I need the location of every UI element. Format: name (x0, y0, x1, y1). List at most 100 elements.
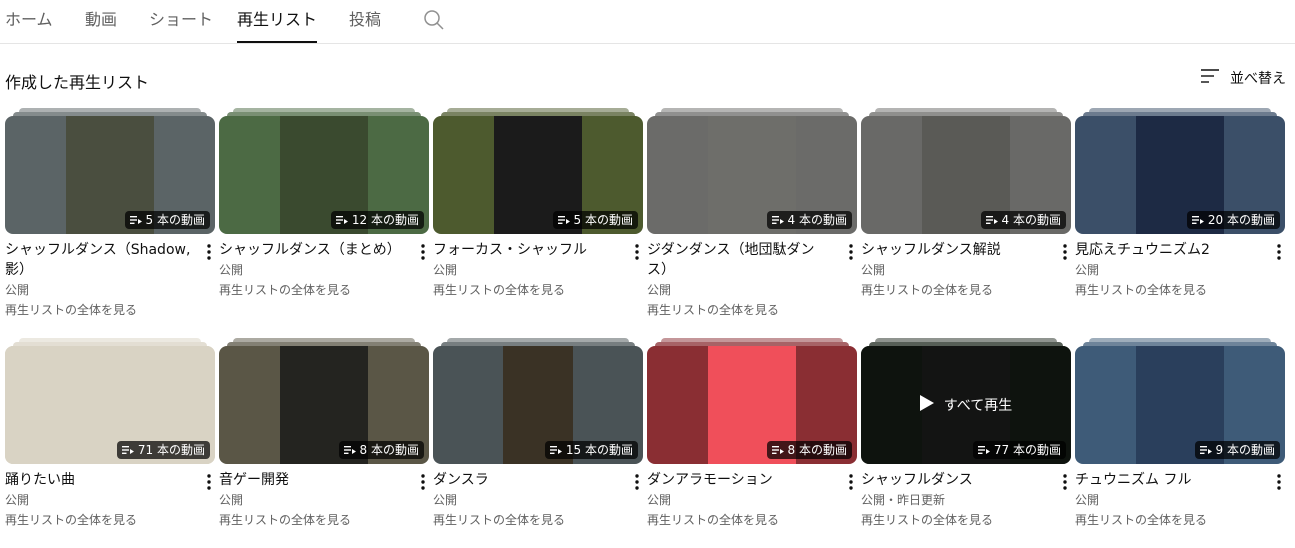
view-full-playlist-link[interactable]: 再生リストの全体を見る (647, 510, 835, 530)
section-title: 作成した再生リスト (5, 73, 150, 92)
more-vert-icon[interactable] (1057, 242, 1073, 262)
video-count-badge: 12 本の動画 (330, 211, 424, 229)
more-vert-icon[interactable] (415, 242, 431, 262)
more-vert-icon[interactable] (1271, 472, 1287, 492)
playlist-title[interactable]: シャッフルダンス解説 (861, 240, 1049, 260)
playlist-card: 8 本の動画 ダンアラモーション 公開 再生リストの全体を見る (647, 338, 859, 530)
playlist-card: 4 本の動画 ジダンダンス（地団駄ダンス） 公開 再生リストの全体を見る (647, 108, 859, 320)
playlist-icon (129, 215, 146, 225)
video-count: 5 本の動画 (573, 213, 633, 227)
play-icon (919, 395, 934, 415)
thumbnail-stack: 15 本の動画 (433, 338, 643, 464)
view-full-playlist-link[interactable]: 再生リストの全体を見る (861, 280, 1049, 300)
view-full-playlist-link[interactable]: 再生リストの全体を見る (219, 280, 407, 300)
video-count-badge: 4 本の動画 (980, 211, 1066, 229)
view-full-playlist-link[interactable]: 再生リストの全体を見る (5, 300, 193, 320)
more-vert-icon[interactable] (415, 472, 431, 492)
playlist-title[interactable]: 踊りたい曲 (5, 470, 193, 490)
playlist-title[interactable]: シャッフルダンス (861, 470, 1049, 490)
view-full-playlist-link[interactable]: 再生リストの全体を見る (1075, 280, 1263, 300)
sort-icon (1200, 66, 1220, 90)
playlist-title[interactable]: 見応えチュウニズム2 (1075, 240, 1263, 260)
view-full-playlist-link[interactable]: 再生リストの全体を見る (861, 510, 1049, 530)
view-full-playlist-link[interactable]: 再生リストの全体を見る (433, 280, 621, 300)
video-count-badge: 4 本の動画 (766, 211, 852, 229)
thumbnail-stack: 8 本の動画 (219, 338, 429, 464)
playlist-title[interactable]: シャッフルダンス（まとめ） (219, 240, 407, 260)
playlist-thumbnail[interactable]: 9 本の動画 (1075, 346, 1285, 464)
playlist-icon (1191, 215, 1208, 225)
visibility-label: 公開 (1075, 263, 1100, 277)
playlist-title[interactable]: フォーカス・シャッフル (433, 240, 621, 260)
more-vert-icon[interactable] (1057, 472, 1073, 492)
view-full-playlist-link[interactable]: 再生リストの全体を見る (433, 510, 621, 530)
more-vert-icon[interactable] (629, 242, 645, 262)
visibility-label: 公開 (433, 263, 458, 277)
playlist-thumbnail[interactable]: 12 本の動画 (219, 116, 429, 234)
visibility-label: 公開 (219, 493, 244, 507)
more-vert-icon[interactable] (843, 472, 859, 492)
tab-shorts[interactable]: ショート (149, 0, 213, 43)
playlist-title[interactable]: シャッフルダンス（Shadow, 影） (5, 240, 193, 280)
playlist-thumbnail[interactable]: 15 本の動画 (433, 346, 643, 464)
thumbnail-stack: 5 本の動画 (433, 108, 643, 234)
playlist-title[interactable]: 音ゲー開発 (219, 470, 407, 490)
thumbnail-stack: 20 本の動画 (1075, 108, 1285, 234)
more-vert-icon[interactable] (843, 242, 859, 262)
video-count-badge: 8 本の動画 (766, 441, 852, 459)
more-vert-icon[interactable] (629, 472, 645, 492)
video-count: 4 本の動画 (787, 213, 847, 227)
playlist-thumbnail[interactable]: 5 本の動画 (5, 116, 215, 234)
playlist-title[interactable]: チュウニズム フル (1075, 470, 1263, 490)
sort-button[interactable]: 並べ替え (1200, 66, 1286, 90)
playlist-card: 5 本の動画 シャッフルダンス（Shadow, 影） 公開 再生リストの全体を見… (5, 108, 217, 320)
tab-playlists[interactable]: 再生リスト (237, 0, 318, 43)
playlist-title[interactable]: ジダンダンス（地団駄ダンス） (647, 240, 835, 280)
video-count: 8 本の動画 (787, 443, 847, 457)
playlist-icon (335, 215, 352, 225)
video-count: 15 本の動画 (565, 443, 633, 457)
playlist-thumbnail[interactable]: 71 本の動画 (5, 346, 215, 464)
video-count-badge: 8 本の動画 (338, 441, 424, 459)
playlist-card: 9 本の動画 チュウニズム フル 公開 再生リストの全体を見る (1075, 338, 1287, 530)
view-full-playlist-link[interactable]: 再生リストの全体を見る (219, 510, 407, 530)
playlist-card: 8 本の動画 音ゲー開発 公開 再生リストの全体を見る (219, 338, 431, 530)
more-vert-icon[interactable] (201, 242, 217, 262)
playlist-thumbnail[interactable]: 5 本の動画 (433, 116, 643, 234)
playlist-icon (977, 445, 994, 455)
playlist-card: 15 本の動画 ダンスラ 公開 再生リストの全体を見る (433, 338, 645, 530)
visibility-label: 公開 (647, 283, 672, 297)
thumbnail-stack: 9 本の動画 (1075, 338, 1285, 464)
tab-videos[interactable]: 動画 (85, 0, 117, 43)
video-count-badge: 77 本の動画 (972, 441, 1066, 459)
search-icon[interactable] (422, 8, 446, 32)
playlist-icon (1199, 445, 1216, 455)
more-vert-icon[interactable] (1271, 242, 1287, 262)
view-full-playlist-link[interactable]: 再生リストの全体を見る (647, 300, 835, 320)
playlist-thumbnail[interactable]: 8 本の動画 (219, 346, 429, 464)
playlist-thumbnail[interactable]: 20 本の動画 (1075, 116, 1285, 234)
tab-home[interactable]: ホーム (5, 0, 53, 43)
channel-tabs: ホーム 動画 ショート 再生リスト 投稿 (0, 0, 1295, 44)
thumbnail-stack: 5 本の動画 (5, 108, 215, 234)
playlist-thumbnail[interactable]: すべて再生 77 本の動画 (861, 346, 1071, 464)
thumbnail-stack: すべて再生 77 本の動画 (861, 338, 1071, 464)
playlist-thumbnail[interactable]: 4 本の動画 (647, 116, 857, 234)
video-count-badge: 15 本の動画 (544, 441, 638, 459)
visibility-label: 公開 (5, 283, 30, 297)
view-full-playlist-link[interactable]: 再生リストの全体を見る (1075, 510, 1263, 530)
view-full-playlist-link[interactable]: 再生リストの全体を見る (5, 510, 193, 530)
playlist-card: すべて再生 77 本の動画 シャッフルダンス 公開・昨日更新 再生リストの全体を… (861, 338, 1073, 530)
playlist-thumbnail[interactable]: 8 本の動画 (647, 346, 857, 464)
playlist-title[interactable]: ダンスラ (433, 470, 621, 490)
playlist-thumbnail[interactable]: 4 本の動画 (861, 116, 1071, 234)
video-count: 9 本の動画 (1215, 443, 1275, 457)
playlist-title[interactable]: ダンアラモーション (647, 470, 835, 490)
visibility-label: 公開 (647, 493, 672, 507)
sort-label: 並べ替え (1230, 71, 1286, 87)
more-vert-icon[interactable] (201, 472, 217, 492)
thumbnail-stack: 8 本の動画 (647, 338, 857, 464)
tab-posts[interactable]: 投稿 (349, 0, 381, 43)
video-count: 5 本の動画 (145, 213, 205, 227)
playlist-card: 71 本の動画 踊りたい曲 公開 再生リストの全体を見る (5, 338, 217, 530)
